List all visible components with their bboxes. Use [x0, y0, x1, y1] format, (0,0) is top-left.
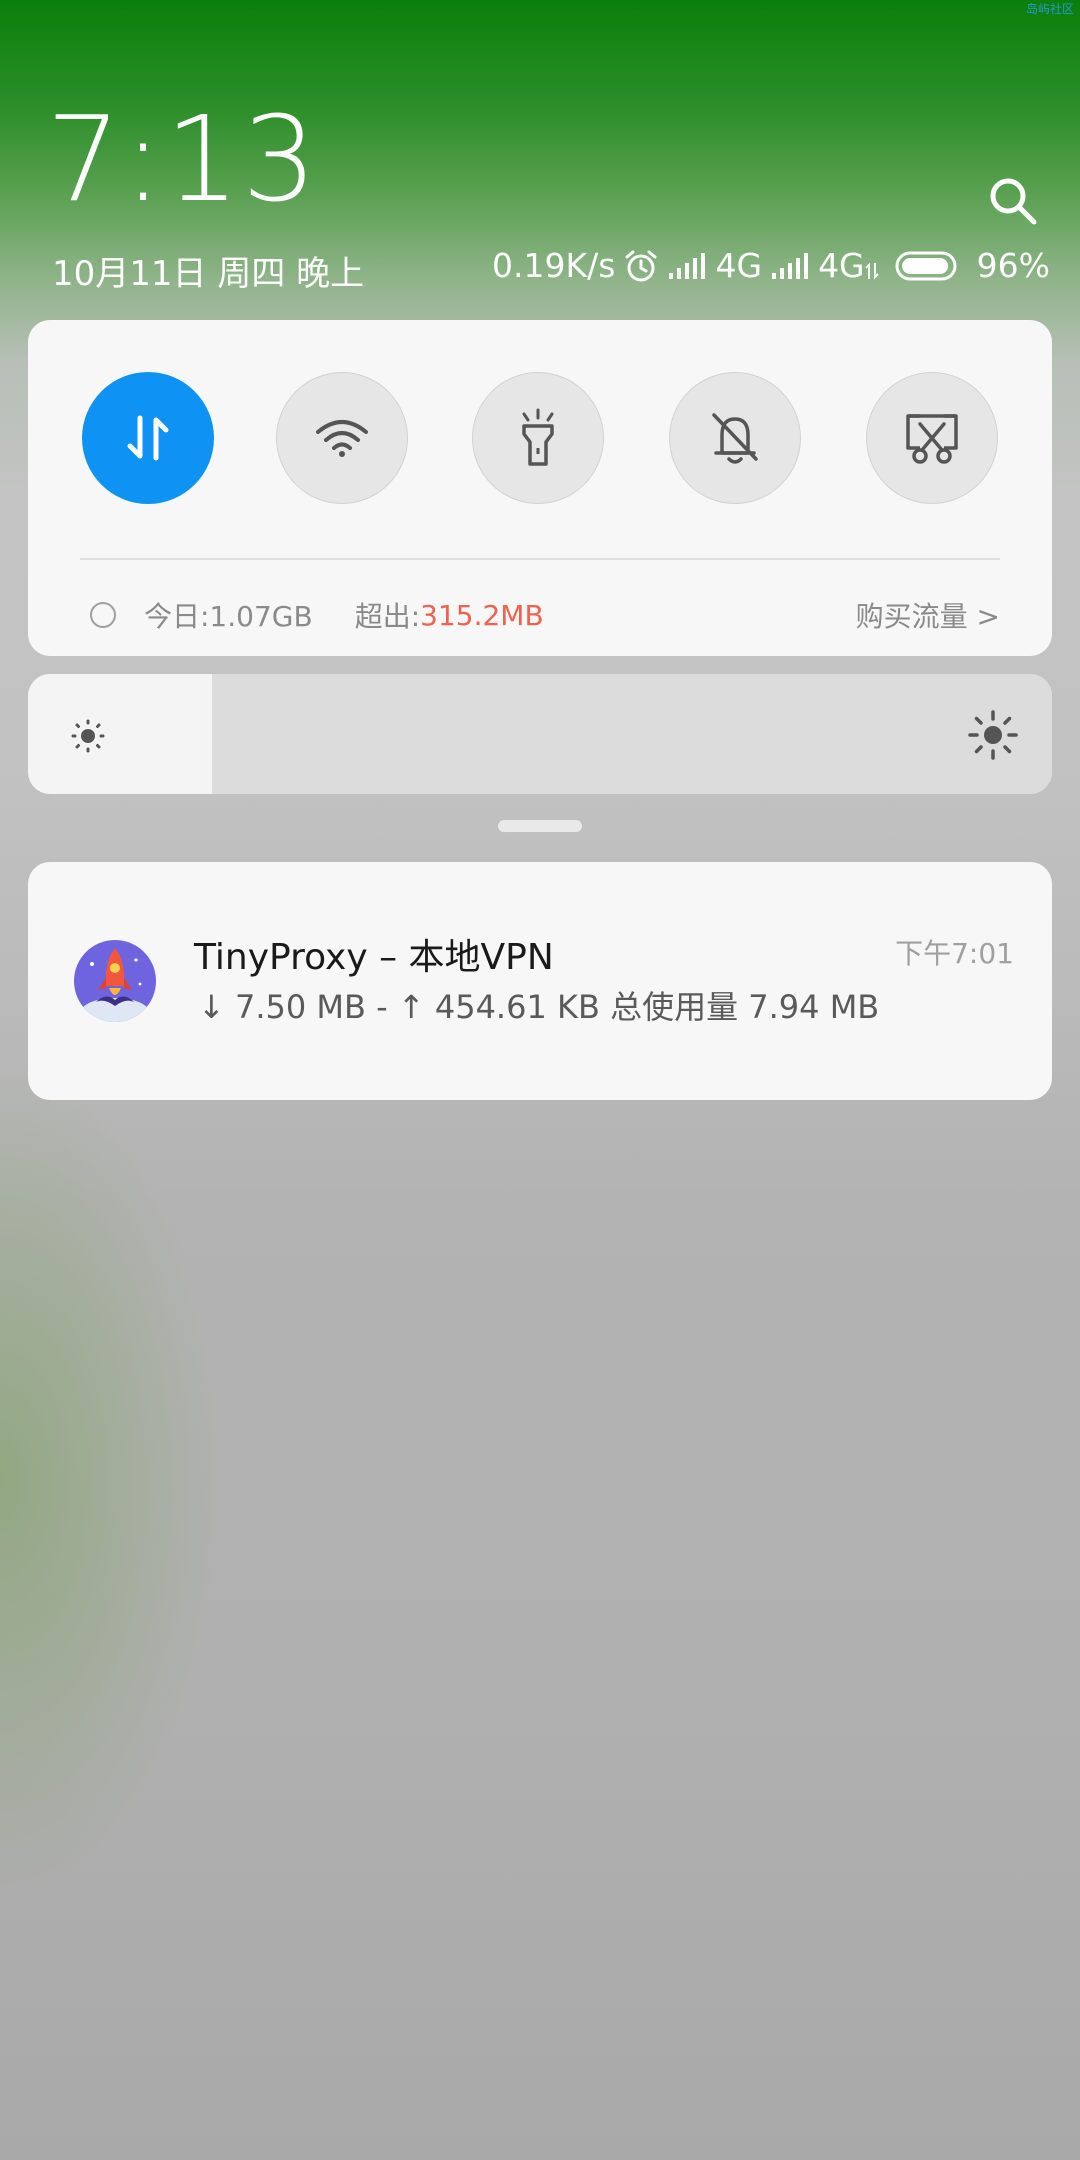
- lockscreen-date: 10月11日 周四 晚上: [52, 254, 365, 294]
- panel-divider: [80, 558, 1000, 560]
- battery-icon: [895, 251, 957, 280]
- watermark: 岛屿社区: [1025, 2, 1074, 16]
- quick-settings-panel: 今日:1.07GB 超出: 315.2MB 购买流量 >: [28, 320, 1052, 656]
- search-icon[interactable]: [988, 176, 1038, 226]
- notification-title: TinyProxy – 本地VPN: [194, 937, 554, 978]
- brightness-slider[interactable]: [28, 674, 1052, 794]
- lockscreen-clock: 7:13: [46, 90, 319, 228]
- data-arrows-icon: [127, 415, 169, 461]
- wifi-toggle[interactable]: [276, 372, 408, 504]
- flashlight-toggle[interactable]: [472, 372, 604, 504]
- panel-drag-handle[interactable]: [498, 820, 582, 832]
- signal-icon: [669, 252, 706, 279]
- net-speed: 0.19K/s: [492, 246, 616, 285]
- mute-toggle[interactable]: [669, 372, 801, 504]
- usage-ring-icon: [90, 602, 116, 628]
- usage-over-value: 315.2MB: [420, 598, 544, 632]
- signal-icon: [772, 252, 809, 279]
- rocket-app-icon: [74, 940, 156, 1022]
- brightness-track[interactable]: [212, 674, 1052, 794]
- mobile-data-toggle[interactable]: [82, 372, 214, 504]
- brightness-low-icon: [71, 719, 105, 753]
- battery-percent: 96%: [976, 246, 1050, 285]
- sim1-network-type: 4G: [715, 246, 763, 285]
- notification-card[interactable]: TinyProxy – 本地VPN 下午7:01 ↓ 7.50 MB - ↑ 4…: [28, 862, 1052, 1100]
- scissors-screenshot-icon: [906, 414, 958, 464]
- usage-over-label: 超出:: [354, 600, 421, 633]
- usage-today: 今日:1.07GB: [144, 600, 313, 633]
- screenshot-toggle[interactable]: [866, 372, 998, 504]
- data-activity-icon: [864, 262, 879, 279]
- data-usage-row: 今日:1.07GB 超出: 315.2MB 购买流量 >: [90, 590, 1000, 640]
- buy-data-link[interactable]: 购买流量 >: [856, 595, 1000, 635]
- brightness-high-icon: [968, 710, 1018, 760]
- sim2-network-type: 4G: [818, 246, 865, 285]
- notification-text: ↓ 7.50 MB - ↑ 454.61 KB 总使用量 7.94 MB: [198, 988, 880, 1026]
- alarm-icon: [625, 250, 657, 281]
- status-bar: 0.19K/s 4G 4G 96%: [492, 246, 1050, 285]
- wifi-icon: [316, 420, 368, 457]
- notification-time: 下午7:01: [895, 937, 1014, 970]
- flashlight-icon: [522, 408, 554, 466]
- bell-off-icon: [712, 413, 758, 464]
